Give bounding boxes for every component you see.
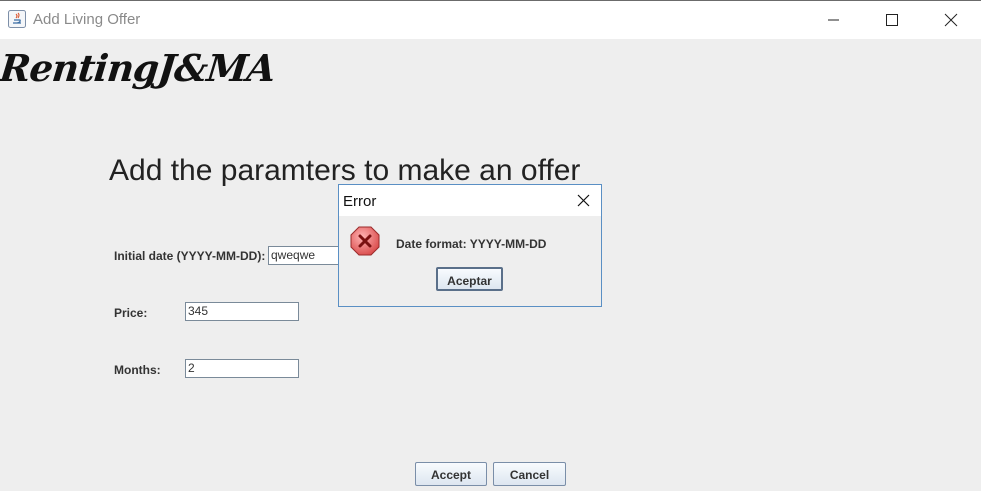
initial-date-label: Initial date (YYYY-MM-DD): [114, 249, 266, 263]
window-titlebar: Add Living Offer [0, 1, 981, 39]
maximize-button[interactable] [869, 1, 915, 39]
minimize-button[interactable] [810, 1, 856, 39]
app-logo: RentingJ&MA [0, 46, 277, 90]
cancel-button[interactable]: Cancel [493, 462, 566, 486]
maximize-icon [886, 14, 898, 26]
price-label: Price: [114, 306, 148, 320]
minimize-icon [828, 19, 839, 21]
window-title: Add Living Offer [33, 11, 141, 28]
dialog-title: Error [343, 193, 377, 210]
java-app-icon [8, 10, 26, 28]
form-heading: Add the paramters to make an offer [109, 154, 581, 187]
months-input[interactable]: 2 [185, 359, 299, 378]
dialog-titlebar: Error [339, 185, 601, 216]
close-icon [944, 13, 958, 27]
initial-date-input[interactable]: qweqwe [268, 246, 342, 265]
price-input[interactable]: 345 [185, 302, 299, 321]
error-icon [350, 226, 380, 256]
close-icon [577, 194, 590, 207]
dialog-message: Date format: YYYY-MM-DD [396, 237, 547, 251]
dialog-close-button[interactable] [565, 185, 601, 216]
accept-button[interactable]: Accept [415, 462, 487, 486]
error-dialog: Error Date format: YYYY-MM-DD Aceptar [338, 184, 602, 307]
close-button[interactable] [928, 1, 974, 39]
dialog-accept-button[interactable]: Aceptar [436, 267, 503, 291]
months-label: Months: [114, 363, 161, 377]
